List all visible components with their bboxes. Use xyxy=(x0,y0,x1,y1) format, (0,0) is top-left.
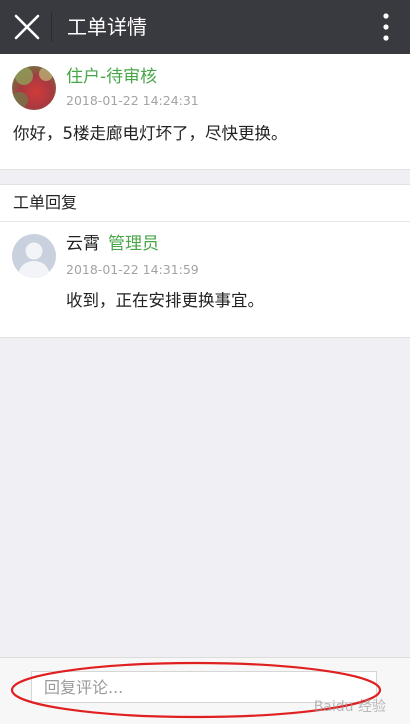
post-content: 你好，5楼走廊电灯坏了，尽快更换。 xyxy=(13,124,288,143)
post-timestamp: 2018-01-22 14:24:31 xyxy=(66,93,199,108)
comment-bar: Baidu 经验 xyxy=(0,657,410,724)
reply-timestamp: 2018-01-22 14:31:59 xyxy=(66,262,199,277)
post-author[interactable]: 住户-待审核 xyxy=(66,66,157,88)
section-divider xyxy=(0,221,410,222)
replies-section-title: 工单回复 xyxy=(13,193,78,212)
page-title: 工单详情 xyxy=(67,15,147,39)
work-order-post: 住户-待审核 2018-01-22 14:24:31 你好，5楼走廊电灯坏了，尽… xyxy=(0,54,410,170)
reply-content: 收到，正在安排更换事宜。 xyxy=(66,291,264,310)
title-bar: 工单详情 xyxy=(0,0,410,54)
default-user-icon xyxy=(12,234,56,278)
close-button[interactable] xyxy=(8,8,46,46)
more-options-button[interactable] xyxy=(374,11,398,43)
more-vertical-icon xyxy=(383,13,389,41)
reply-author-role: 管理员 xyxy=(108,234,159,254)
admin-avatar[interactable] xyxy=(12,234,56,278)
replies-section: 工单回复 云霄 管理员 2018-01-22 14:31:59 收到，正在安排更换… xyxy=(0,184,410,338)
close-icon xyxy=(14,14,40,40)
title-divider xyxy=(51,12,52,42)
comment-input[interactable] xyxy=(31,671,377,703)
resident-avatar-image xyxy=(12,66,56,110)
reply-author-name[interactable]: 云霄 xyxy=(66,234,100,254)
reply-author-line: 云霄 管理员 xyxy=(66,233,159,255)
resident-avatar[interactable] xyxy=(12,66,56,110)
